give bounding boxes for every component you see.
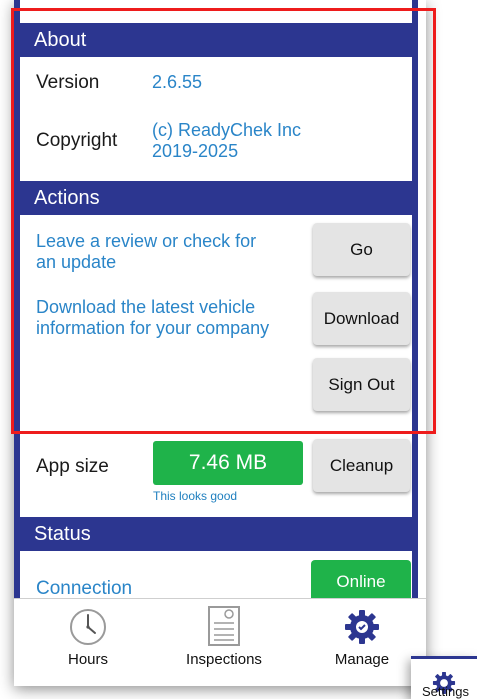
tab-inspections-label: Inspections xyxy=(186,651,262,668)
clipboard-icon xyxy=(208,606,240,646)
app-size-value: 7.46 MB xyxy=(153,441,303,485)
highlight-box xyxy=(11,8,436,434)
app-size-label: App size xyxy=(36,456,109,477)
tab-manage[interactable]: Manage xyxy=(322,599,402,686)
tab-manage-label: Manage xyxy=(334,651,390,668)
gear-icon xyxy=(345,610,379,644)
tab-inspections[interactable]: Inspections xyxy=(174,599,274,686)
cleanup-button[interactable]: Cleanup xyxy=(313,439,410,492)
settings-tab-indicator xyxy=(411,656,477,659)
bottom-tab-bar: Hours Inspections Manage xyxy=(14,598,426,686)
status-header: Status xyxy=(20,517,412,551)
tab-hours-label: Hours xyxy=(67,651,108,668)
connection-status-badge: Online xyxy=(311,560,411,600)
clock-icon xyxy=(70,609,106,645)
tab-hours[interactable]: Hours xyxy=(48,599,128,686)
app-size-hint: This looks good xyxy=(153,489,238,503)
settings-tab-label: Settings xyxy=(422,684,469,699)
connection-label: Connection xyxy=(36,578,133,599)
